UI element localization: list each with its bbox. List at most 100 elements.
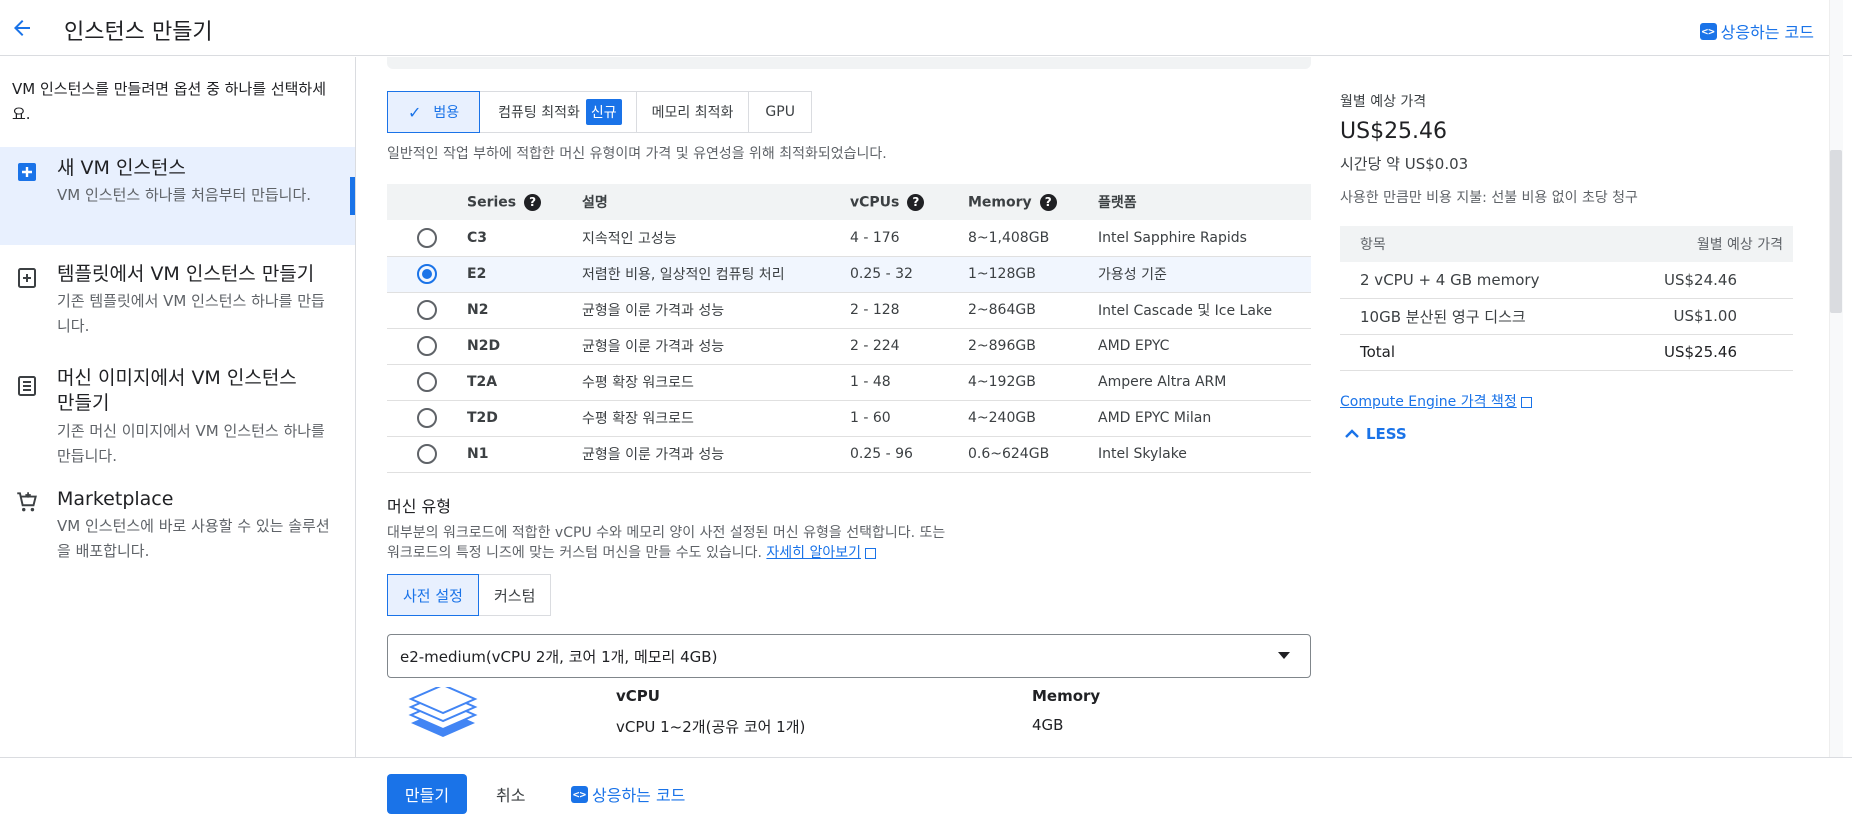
machine-type-select[interactable]: e2-medium(vCPU 2개, 코어 1개, 메모리 4GB): [387, 634, 1311, 678]
nav-item-from-machine-image[interactable]: 머신 이미지에서 VM 인스턴스 만들기 기존 머신 이미지에서 VM 인스턴스…: [0, 357, 355, 472]
price-item: 2 vCPU + 4 GB memory: [1340, 262, 1600, 299]
tab-memory-optimized[interactable]: 메모리 최적화: [635, 91, 750, 133]
nav-item-from-template[interactable]: 템플릿에서 VM 인스턴스 만들기 기존 템플릿에서 VM 인스턴스 하나를 만…: [0, 253, 355, 348]
equivalent-code-button[interactable]: <> 상응하는 코드: [1699, 19, 1814, 43]
total-row: Total US$25.46: [1340, 334, 1793, 371]
tab-label: 컴퓨팅 최적화: [498, 105, 580, 121]
scroll-edge: [387, 57, 1311, 69]
tab-general-purpose[interactable]: ✓ 범용: [387, 91, 481, 133]
machine-type-description: 대부분의 워크로드에 적합한 vCPU 수와 메모리 양이 사전 설정된 머신 …: [387, 523, 1027, 563]
pricing-summary-panel: 월별 예상 가격 US$25.46 시간당 약 US$0.03 사용한 만큼만 …: [1340, 57, 1810, 757]
table-header-row: 항목 월별 예상 가격: [1340, 226, 1793, 262]
series-name: T2A: [467, 364, 582, 401]
less-button[interactable]: LESS: [1344, 425, 1407, 443]
scrollbar-thumb[interactable]: [1830, 150, 1842, 313]
series-desc: 지속적인 고성능: [582, 220, 850, 257]
equivalent-code-label: 상응하는 코드: [1720, 23, 1814, 42]
series-platform: 가용성 기준: [1098, 256, 1311, 293]
page-title: 인스턴스 만들기: [64, 20, 213, 45]
tab-custom[interactable]: 커스텀: [477, 574, 552, 616]
table-row[interactable]: N2D 균형을 이룬 가격과 성능 2 - 224 2~896GB AMD EP…: [387, 328, 1311, 365]
header-series: Series?: [467, 184, 582, 220]
header-select: [387, 184, 467, 220]
create-button[interactable]: 만들기: [387, 774, 467, 814]
cancel-button[interactable]: 취소: [496, 782, 525, 806]
price-item: 10GB 분산된 영구 디스크: [1340, 298, 1600, 335]
series-radio[interactable]: [417, 300, 437, 320]
new-badge: 신규: [585, 99, 622, 125]
vcpu-label: vCPU: [616, 687, 660, 705]
series-memory: 2~896GB: [968, 328, 1098, 365]
series-radio[interactable]: [417, 227, 437, 248]
compute-engine-pricing-link[interactable]: Compute Engine 가격 책정: [1340, 391, 1532, 411]
help-icon[interactable]: ?: [907, 193, 925, 211]
header-item: 항목: [1340, 226, 1600, 262]
equivalent-code-button-footer[interactable]: <> 상응하는 코드: [571, 782, 685, 806]
table-row[interactable]: N2 균형을 이룬 가격과 성능 2 - 128 2~864GB Intel C…: [387, 292, 1311, 329]
learn-more-link[interactable]: 자세히 알아보기: [766, 545, 861, 561]
series-platform: AMD EPYC: [1098, 328, 1311, 365]
scrollbar-track[interactable]: [1829, 0, 1843, 758]
series-vcpus: 1 - 60: [850, 400, 968, 437]
machine-type-desc-line2: 워크로드의 특정 니즈에 맞는 커스텀 머신을 만들 수도 있습니다. 자세히 …: [387, 543, 1027, 563]
equivalent-code-label: 상응하는 코드: [592, 786, 686, 805]
series-desc: 수평 확장 워크로드: [582, 400, 850, 437]
table-row[interactable]: C3 지속적인 고성능 4 - 176 8~1,408GB Intel Sapp…: [387, 220, 1311, 257]
header-description: 설명: [582, 184, 850, 220]
tab-label: 범용: [433, 105, 460, 121]
tab-preset[interactable]: 사전 설정: [387, 574, 479, 616]
series-desc: 저렴한 비용, 일상적인 컴퓨팅 처리: [582, 256, 850, 293]
nav-item-marketplace[interactable]: Marketplace VM 인스턴스에 바로 사용할 수 있는 솔루션을 배포…: [0, 481, 355, 571]
app-header: 인스턴스 만들기 <> 상응하는 코드: [0, 0, 1852, 56]
series-radio[interactable]: [417, 372, 437, 392]
series-radio[interactable]: [417, 444, 437, 464]
price-value: US$1.00: [1599, 298, 1793, 335]
series-vcpus: 2 - 128: [850, 292, 968, 329]
back-button[interactable]: [6, 12, 38, 44]
memory-value: 4GB: [1032, 716, 1064, 734]
header-monthly-price: 월별 예상 가격: [1599, 226, 1793, 262]
machine-family-tabs: ✓ 범용 컴퓨팅 최적화 신규 메모리 최적화 GPU: [387, 91, 812, 133]
table-row: 10GB 분산된 영구 디스크 US$1.00: [1340, 298, 1793, 335]
help-icon[interactable]: ?: [1039, 193, 1057, 211]
tab-compute-optimized[interactable]: 컴퓨팅 최적화 신규: [479, 91, 637, 133]
series-name: N2D: [467, 328, 582, 365]
price-value: US$25.46: [1599, 334, 1793, 371]
monthly-estimate-value: US$25.46: [1340, 119, 1448, 144]
arrow-back-icon: [14, 20, 30, 36]
series-name: E2: [467, 256, 582, 293]
series-memory: 0.6~624GB: [968, 436, 1098, 473]
machine-type-title: 머신 유형: [387, 497, 451, 516]
chevron-up-icon: [1345, 429, 1359, 438]
nav-intro: VM 인스턴스를 만들려면 옵션 중 하나를 선택하세요.: [12, 80, 327, 123]
series-memory: 4~240GB: [968, 400, 1098, 437]
series-platform: Intel Sapphire Rapids: [1098, 220, 1311, 257]
machine-type-mode-tabs: 사전 설정 커스텀: [387, 574, 552, 616]
memory-label: Memory: [1032, 687, 1101, 705]
series-radio[interactable]: [417, 336, 437, 356]
code-icon: <>: [571, 785, 588, 803]
series-desc: 수평 확장 워크로드: [582, 364, 850, 401]
table-row[interactable]: E2 저렴한 비용, 일상적인 컴퓨팅 처리 0.25 - 32 1~128GB…: [387, 256, 1311, 293]
series-name: C3: [467, 220, 582, 257]
series-radio-selected[interactable]: [417, 264, 437, 284]
series-name: N1: [467, 436, 582, 473]
series-vcpus: 1 - 48: [850, 364, 968, 401]
hourly-estimate: 시간당 약 US$0.03: [1340, 155, 1469, 173]
nav-item-new-vm[interactable]: 새 VM 인스턴스 VM 인스턴스 하나를 처음부터 만듭니다.: [0, 147, 355, 245]
series-memory: 8~1,408GB: [968, 220, 1098, 257]
dropdown-arrow-icon: [1278, 652, 1290, 659]
tab-gpu[interactable]: GPU: [748, 91, 812, 133]
series-desc: 균형을 이룬 가격과 성능: [582, 436, 850, 473]
series-radio[interactable]: [417, 408, 437, 428]
billing-note: 사용한 만큼만 비용 지불: 선불 비용 없이 초당 청구: [1340, 190, 1638, 206]
nav-item-desc: VM 인스턴스 하나를 처음부터 만듭니다.: [57, 186, 312, 204]
table-row[interactable]: T2A 수평 확장 워크로드 1 - 48 4~192GB Ampere Alt…: [387, 364, 1311, 401]
series-name: T2D: [467, 400, 582, 437]
series-name: N2: [467, 292, 582, 329]
header-platform: 플랫폼: [1098, 184, 1311, 220]
table-row[interactable]: N1 균형을 이룬 가격과 성능 0.25 - 96 0.6~624GB Int…: [387, 436, 1311, 473]
table-row: 2 vCPU + 4 GB memory US$24.46: [1340, 262, 1793, 299]
table-row[interactable]: T2D 수평 확장 워크로드 1 - 60 4~240GB AMD EPYC M…: [387, 400, 1311, 437]
help-icon[interactable]: ?: [524, 193, 542, 211]
